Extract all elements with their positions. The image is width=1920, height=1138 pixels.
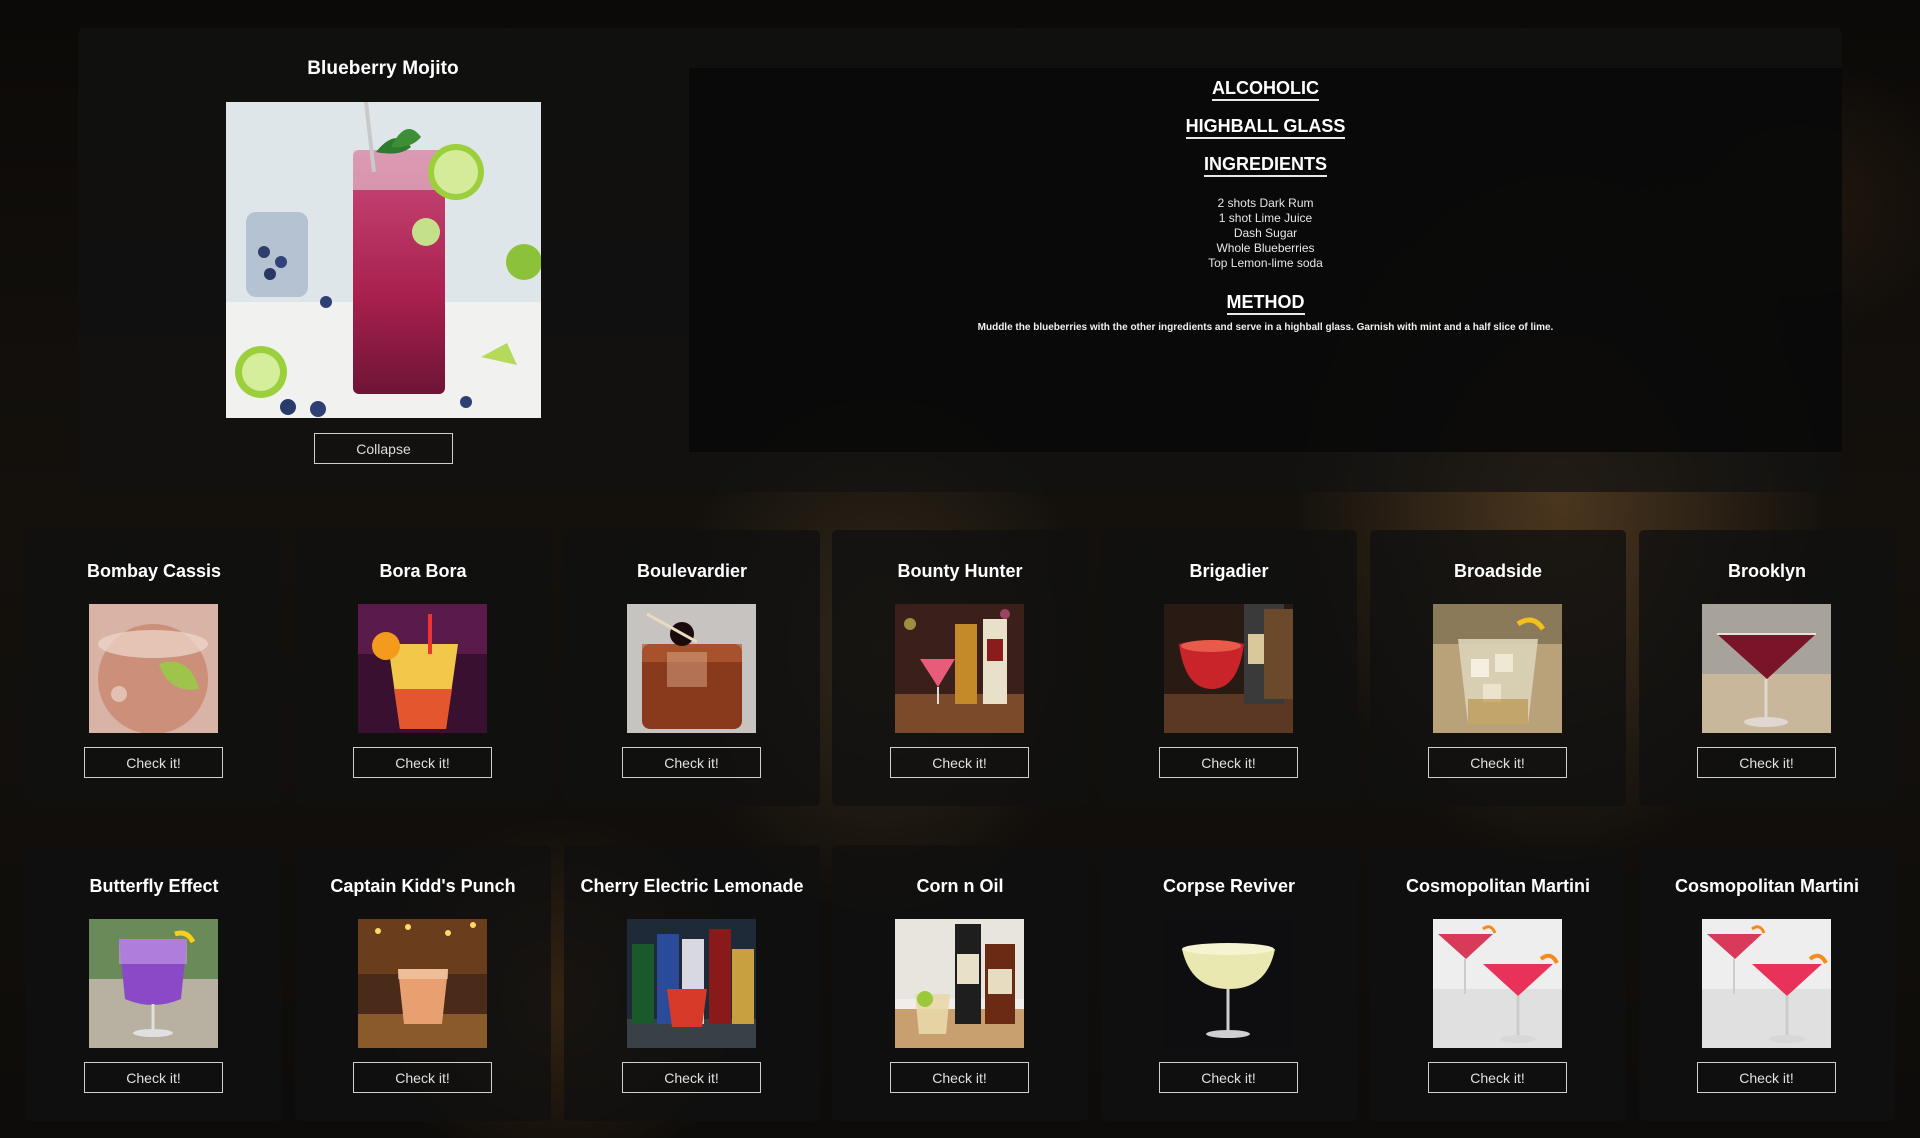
- cocktail-card-image: [89, 919, 218, 1048]
- cocktail-card: Corn n Oil Check it!: [832, 845, 1088, 1121]
- cocktail-card: Cosmopolitan Martini Check it!: [1639, 845, 1895, 1121]
- cocktail-card-title: Cherry Electric Lemonade: [580, 876, 804, 896]
- check-it-button[interactable]: Check it!: [890, 1062, 1029, 1093]
- check-it-button[interactable]: Check it!: [1697, 1062, 1836, 1093]
- drink-detail-image: [226, 102, 541, 418]
- ingredient-item: 1 shot Lime Juice: [1218, 211, 1313, 225]
- cocktail-card-title: Boulevardier: [636, 561, 748, 581]
- method-text: Muddle the blueberries with the other in…: [977, 322, 1554, 333]
- drink-detail-left: Blueberry Mojito Collapse: [78, 28, 688, 492]
- drink-detail-panel: Blueberry Mojito Collapse ALCOHOLIC HIGH…: [78, 28, 1842, 492]
- check-it-button[interactable]: Check it!: [890, 747, 1029, 778]
- drink-info-panel: ALCOHOLIC HIGHBALL GLASS INGREDIENTS 2 s…: [689, 68, 1842, 452]
- cocktail-card-title: Cosmopolitan Martini: [1675, 876, 1859, 896]
- cocktail-card-image: [1433, 919, 1562, 1048]
- ingredients-heading: INGREDIENTS: [1203, 154, 1327, 177]
- check-it-button[interactable]: Check it!: [353, 747, 492, 778]
- check-it-button[interactable]: Check it!: [353, 1062, 492, 1093]
- cocktail-card-title: Bombay Cassis: [86, 561, 222, 581]
- cocktail-card-title: Cosmopolitan Martini: [1406, 876, 1590, 896]
- ingredient-item: Top Lemon-lime soda: [1208, 256, 1323, 270]
- cocktail-card-image: [895, 604, 1024, 733]
- cocktail-card-title: Bounty Hunter: [897, 561, 1023, 581]
- cocktail-card-title: Brigadier: [1189, 561, 1269, 581]
- cocktail-card-title: Corpse Reviver: [1162, 876, 1296, 896]
- cocktail-card: Corpse Reviver Check it!: [1101, 845, 1357, 1121]
- cocktail-card-image: [627, 604, 756, 733]
- cocktail-card-image: [895, 919, 1024, 1048]
- cocktail-card: Bombay Cassis Check it!: [26, 530, 282, 806]
- cocktail-card-image: [1433, 604, 1562, 733]
- cocktail-card: Broadside Check it!: [1370, 530, 1626, 806]
- cocktail-card-title: Broadside: [1453, 561, 1543, 581]
- check-it-button[interactable]: Check it!: [84, 747, 223, 778]
- cocktail-card-image: [358, 919, 487, 1048]
- check-it-button[interactable]: Check it!: [622, 747, 761, 778]
- glass-heading: HIGHBALL GLASS: [1185, 116, 1346, 139]
- ingredients-list: 2 shots Dark Rum 1 shot Lime Juice Dash …: [689, 196, 1842, 271]
- cocktail-card-image: [627, 919, 756, 1048]
- collapse-button[interactable]: Collapse: [314, 433, 453, 464]
- cocktail-card: Bounty Hunter Check it!: [832, 530, 1088, 806]
- cocktail-card-image: [1164, 604, 1293, 733]
- cocktail-card-image: [1164, 919, 1293, 1048]
- cocktail-card-title: Bora Bora: [379, 561, 467, 581]
- check-it-button[interactable]: Check it!: [622, 1062, 761, 1093]
- cocktail-card: Cherry Electric Lemonade Check it!: [564, 845, 820, 1121]
- cocktail-card-title: Captain Kidd's Punch: [330, 876, 516, 896]
- drink-detail-title: Blueberry Mojito: [307, 58, 459, 79]
- cocktail-card: Butterfly Effect Check it!: [26, 845, 282, 1121]
- check-it-button[interactable]: Check it!: [1159, 1062, 1298, 1093]
- check-it-button[interactable]: Check it!: [84, 1062, 223, 1093]
- ingredient-item: Dash Sugar: [1233, 226, 1298, 240]
- cocktail-card-title: Corn n Oil: [916, 876, 1004, 896]
- check-it-button[interactable]: Check it!: [1428, 1062, 1567, 1093]
- cocktail-card-image: [358, 604, 487, 733]
- ingredient-item: 2 shots Dark Rum: [1217, 196, 1314, 210]
- cocktail-card-image: [89, 604, 218, 733]
- cocktail-card-image: [1702, 919, 1831, 1048]
- cocktail-card-image: [1702, 604, 1831, 733]
- cocktail-card: Brooklyn Check it!: [1639, 530, 1895, 806]
- ingredient-item: Whole Blueberries: [1216, 241, 1315, 255]
- category-heading: ALCOHOLIC: [1212, 78, 1319, 101]
- cocktail-card-title: Butterfly Effect: [89, 876, 219, 896]
- method-heading: METHOD: [1226, 292, 1305, 315]
- check-it-button[interactable]: Check it!: [1159, 747, 1298, 778]
- cocktail-card-title: Brooklyn: [1727, 561, 1806, 581]
- cocktail-card: Brigadier Check it!: [1101, 530, 1357, 806]
- cocktail-card: Cosmopolitan Martini Check it!: [1370, 845, 1626, 1121]
- cocktail-card: Captain Kidd's Punch Check it!: [295, 845, 551, 1121]
- check-it-button[interactable]: Check it!: [1697, 747, 1836, 778]
- cocktail-card: Bora Bora Check it!: [295, 530, 551, 806]
- cocktail-card: Boulevardier Check it!: [564, 530, 820, 806]
- check-it-button[interactable]: Check it!: [1428, 747, 1567, 778]
